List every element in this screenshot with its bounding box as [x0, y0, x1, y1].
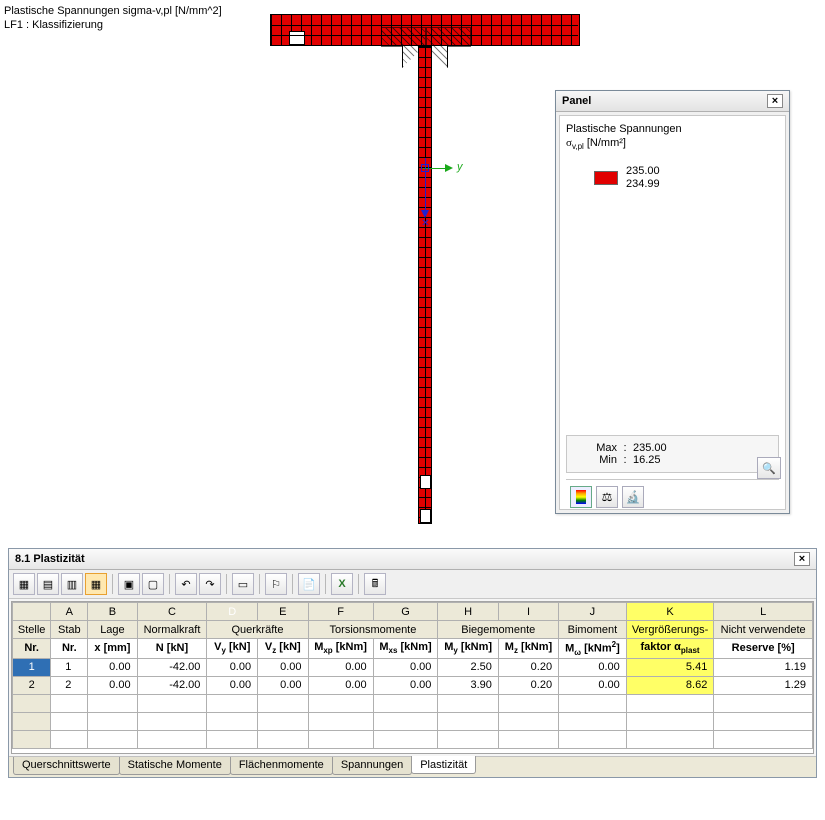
toolbar-separator	[226, 574, 227, 594]
results-panel: 8.1 Plastizität × ▦ ▤ ▥ ▦ ▣ ▢ ↶ ↷ ▭ ⚐ 📄 …	[8, 548, 817, 778]
toolbar-undo-button[interactable]: ↶	[175, 573, 197, 595]
toolbar-separator	[358, 574, 359, 594]
panel-subtitle-line1: Plastische Spannungen	[566, 122, 779, 136]
color-scale-button[interactable]	[570, 486, 592, 508]
results-tabs: Querschnittswerte Statische Momente Fläc…	[9, 756, 816, 777]
table-row[interactable]: 2 2 0.00 -42.00 0.00 0.00 0.00 0.00 3.90…	[13, 676, 813, 694]
toolbar-note-button[interactable]: 📄	[298, 573, 320, 595]
color-scale-icon	[576, 490, 586, 504]
column-group-row: Stelle Stab Lage Normalkraft Querkräfte …	[13, 621, 813, 639]
grid-icon: ▥	[67, 578, 77, 591]
col-Mxp: Mxp [kNm]	[308, 639, 373, 659]
shear-center-icon: ✕	[420, 218, 431, 229]
toolbar-separator	[112, 574, 113, 594]
web	[418, 46, 432, 524]
toolbar-view-button[interactable]: ▭	[232, 573, 254, 595]
panel-stats: Max : 235.00 Min : 16.25	[566, 435, 779, 473]
mesh-highlight-cell	[420, 509, 431, 523]
zoom-button[interactable]: 🔍	[757, 457, 781, 479]
mesh-highlight-cell	[289, 31, 305, 45]
tab-spannungen[interactable]: Spannungen	[332, 757, 412, 775]
panel-subtitle-line2: σv,pl [N/mm²]	[566, 136, 779, 153]
col-alpha: faktor αplast	[626, 639, 714, 659]
column-letter-row: A B C D E F G H I J K L	[13, 603, 813, 621]
stat-min-value: 16.25	[633, 454, 661, 466]
microscope-icon: 🔬	[626, 490, 641, 504]
results-title: 8.1 Plastizität	[15, 553, 85, 565]
y-axis-label: y	[457, 161, 463, 173]
toolbar-grid1-button[interactable]: ▦	[13, 573, 35, 595]
insert-icon: ▣	[124, 578, 134, 591]
grid-icon: ▦	[19, 578, 29, 591]
note-icon: 📄	[302, 578, 316, 591]
col-Mz: Mz [kNm]	[498, 639, 558, 659]
origin-marker-icon	[421, 164, 429, 172]
flag-icon: ⚐	[271, 578, 281, 591]
results-toolbar: ▦ ▤ ▥ ▦ ▣ ▢ ↶ ↷ ▭ ⚐ 📄 X 🖩	[9, 570, 816, 599]
toolbar-grid3-button[interactable]: ▥	[61, 573, 83, 595]
toolbar-delete-button[interactable]: ▢	[142, 573, 164, 595]
tab-plastizitaet[interactable]: Plastizität	[411, 756, 476, 774]
col-Vz: Vz [kN]	[258, 639, 308, 659]
toolbar-insert-button[interactable]: ▣	[118, 573, 140, 595]
color-legend: 235.00 234.99	[594, 165, 779, 191]
col-Vy: Vy [kN]	[207, 639, 258, 659]
panel-subtitle: Plastische Spannungen σv,pl [N/mm²]	[566, 122, 779, 153]
toolbar-flag-button[interactable]: ⚐	[265, 573, 287, 595]
hatch-region	[381, 27, 426, 47]
panel-close-button[interactable]: ×	[767, 94, 783, 108]
panel-title: Panel	[562, 95, 591, 107]
balance-button[interactable]: ⚖	[596, 486, 618, 508]
microscope-button[interactable]: 🔬	[622, 486, 644, 508]
calculator-icon: 🖩	[372, 575, 379, 594]
legend-panel: Panel × Plastische Spannungen σv,pl [N/m…	[555, 90, 790, 514]
flange	[270, 14, 580, 46]
toolbar-redo-button[interactable]: ↷	[199, 573, 221, 595]
stat-max-value: 235.00	[633, 442, 667, 454]
grid-icon: ▤	[43, 578, 53, 591]
col-Mw: Mω [kNm2]	[559, 639, 627, 659]
toolbar-separator	[259, 574, 260, 594]
table-row-empty	[13, 712, 813, 730]
mesh-highlight-cell	[420, 475, 431, 489]
column-unit-row: Nr. Nr. x [mm] N [kN] Vy [kN] Vz [kN] Mx…	[13, 639, 813, 659]
tab-statische-momente[interactable]: Statische Momente	[119, 757, 231, 775]
legend-swatch	[594, 171, 618, 185]
delete-icon: ▢	[148, 578, 158, 591]
legend-value-top: 235.00	[626, 165, 660, 178]
table-row[interactable]: 1 1 0.00 -42.00 0.00 0.00 0.00 0.00 2.50…	[13, 658, 813, 676]
panel-toolbar: ⚖ 🔬	[566, 479, 779, 509]
col-My: My [kNm]	[438, 639, 499, 659]
tab-flaechenmomente[interactable]: Flächenmomente	[230, 757, 333, 775]
legend-value-bottom: 234.99	[626, 178, 660, 191]
toolbar-grid2-button[interactable]: ▤	[37, 573, 59, 595]
undo-icon: ↶	[181, 578, 190, 591]
col-Mxs: Mxs [kNm]	[373, 639, 438, 659]
toolbar-separator	[325, 574, 326, 594]
tab-querschnittswerte[interactable]: Querschnittswerte	[13, 757, 120, 775]
hatch-region	[426, 27, 471, 47]
table-row-empty	[13, 730, 813, 748]
table-row-empty	[13, 694, 813, 712]
view-icon: ▭	[238, 578, 248, 591]
excel-icon: X	[338, 578, 345, 590]
toolbar-separator	[292, 574, 293, 594]
redo-icon: ↷	[205, 578, 214, 591]
grid-icon: ▦	[91, 578, 101, 591]
toolbar-grid4-button[interactable]: ▦	[85, 573, 107, 595]
stat-max-label: Max	[577, 442, 617, 454]
results-grid[interactable]: A B C D E F G H I J K L Stelle Stab Lage	[11, 601, 814, 754]
stat-min-label: Min	[577, 454, 617, 466]
results-close-button[interactable]: ×	[794, 552, 810, 566]
toolbar-separator	[169, 574, 170, 594]
toolbar-excel-button[interactable]: X	[331, 573, 353, 595]
toolbar-calc-button[interactable]: 🖩	[364, 573, 386, 595]
balance-icon: ⚖	[602, 490, 613, 504]
